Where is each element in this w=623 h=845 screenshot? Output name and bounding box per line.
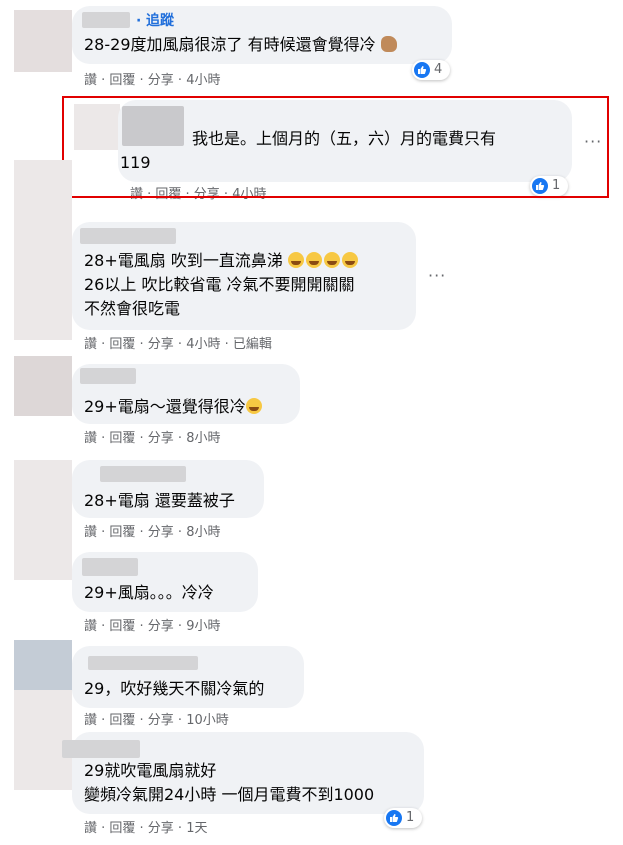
follow-link[interactable]: 追蹤 (136, 12, 174, 30)
avatar[interactable] (14, 160, 72, 340)
laughing-emoji-icon (341, 252, 358, 268)
comment-text: 28-29度加風扇很涼了 有時候還會覺得冷 (84, 34, 399, 56)
avatar[interactable] (14, 640, 72, 690)
emoji-icon (380, 36, 397, 52)
comment-text-line2: 變頻冷氣開24小時 一個月電費不到1000 (84, 785, 375, 804)
more-options-icon[interactable]: ··· (428, 268, 446, 284)
avatar[interactable] (14, 460, 72, 580)
comment-text-line1: 29就吹電風扇就好 (84, 761, 217, 780)
comment-actions[interactable]: 讚 · 回覆 · 分享 · 9小時 (84, 618, 220, 636)
like-reaction-icon (414, 62, 430, 78)
comment-actions[interactable]: 讚 · 回覆 · 分享 · 4小時 (84, 72, 220, 90)
comment-text-line2: 26以上 吹比較省電 冷氣不要開開關關 (84, 275, 355, 294)
comment-text-line1: 28+電風扇 吹到一直流鼻涕 (84, 250, 360, 272)
comment-text: 28+電扇 還要蓋被子 (84, 491, 235, 510)
comment-text-line3: 不然會很吃電 (84, 299, 181, 318)
comment-text: 29+風扇。。。冷冷 (84, 583, 214, 602)
dot-separator: · (136, 13, 142, 29)
laughing-emoji-icon (245, 398, 262, 414)
laughing-emoji-icon (287, 252, 304, 268)
comment-actions[interactable]: 讚 · 回覆 · 分享 · 1天 (84, 820, 207, 838)
comment-actions[interactable]: 讚 · 回覆 · 分享 · 8小時 (84, 524, 220, 542)
comment-actions[interactable]: 讚 · 回覆 · 分享 · 8小時 (84, 430, 220, 448)
comment-text: 29，吹好幾天不關冷氣的 (84, 679, 265, 698)
commenter-name[interactable] (80, 368, 136, 384)
comment-actions[interactable]: 讚 · 回覆 · 分享 · 4小時 · 已編輯 (84, 336, 272, 354)
commenter-name[interactable] (100, 466, 186, 482)
commenter-name[interactable] (80, 228, 176, 244)
commenter-name[interactable] (82, 12, 130, 28)
commenter-name[interactable] (88, 656, 198, 670)
comment-actions[interactable]: 讚 · 回覆 · 分享 · 10小時 (84, 712, 229, 730)
reaction-badge[interactable]: 1 (384, 808, 422, 828)
reaction-badge[interactable]: 4 (412, 60, 450, 80)
highlight-box (62, 96, 609, 198)
commenter-name[interactable] (82, 558, 138, 576)
commenter-name[interactable] (62, 740, 140, 758)
avatar[interactable] (14, 10, 72, 72)
reaction-count: 1 (406, 810, 415, 825)
like-reaction-icon (386, 810, 402, 826)
laughing-emoji-icon (323, 252, 340, 268)
comment-text: 29+電扇～還覺得很冷 (84, 396, 264, 418)
laughing-emoji-icon (305, 252, 322, 268)
reaction-count: 4 (434, 62, 443, 77)
avatar[interactable] (14, 356, 72, 416)
